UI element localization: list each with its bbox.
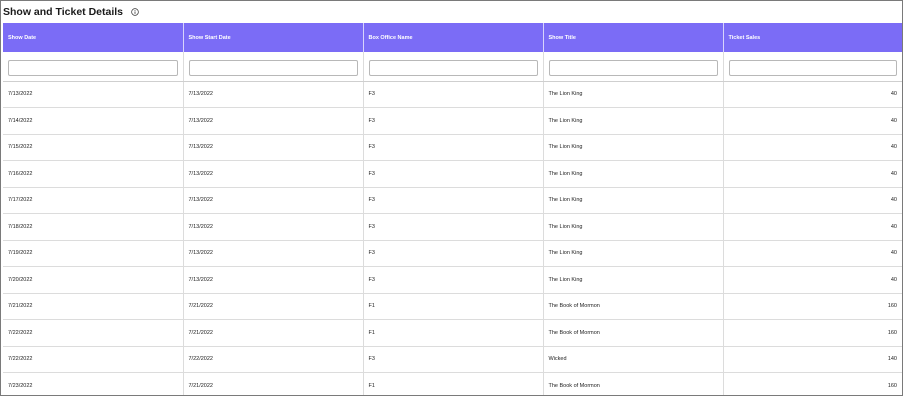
cell-show-title: The Lion King — [543, 266, 724, 294]
cell-show-start-date: 7/13/2022 — [183, 81, 364, 108]
cell-show-date: 7/14/2022 — [3, 107, 184, 135]
cell-show-start-date: 7/21/2022 — [183, 293, 364, 320]
cell-show-date: 7/15/2022 — [3, 134, 184, 161]
cell-box-office-name: F3 — [363, 107, 544, 135]
info-circle-icon[interactable] — [129, 7, 140, 18]
cell-box-office-name: F3 — [363, 160, 544, 188]
cell-show-start-date: 7/13/2022 — [183, 187, 364, 214]
table-row[interactable]: 7/19/2022 7/13/2022 F3 The Lion King 40 — [3, 240, 902, 267]
cell-show-date: 7/21/2022 — [3, 293, 184, 320]
cell-show-title: The Lion King — [543, 160, 724, 188]
filter-row — [3, 52, 902, 82]
cell-show-start-date: 7/13/2022 — [183, 160, 364, 188]
column-header-ticket-sales[interactable]: Ticket Sales — [723, 23, 902, 52]
cell-ticket-sales: 40 — [723, 213, 902, 241]
cell-box-office-name: F3 — [363, 240, 544, 267]
cell-box-office-name: F3 — [363, 187, 544, 214]
cell-show-title: The Lion King — [543, 213, 724, 241]
cell-ticket-sales: 40 — [723, 187, 902, 214]
cell-ticket-sales: 40 — [723, 160, 902, 188]
table-body: 7/13/2022 7/13/2022 F3 The Lion King 40 … — [3, 81, 902, 395]
cell-show-start-date: 7/13/2022 — [183, 134, 364, 161]
cell-show-date: 7/13/2022 — [3, 81, 184, 108]
cell-ticket-sales: 40 — [723, 266, 902, 294]
cell-show-date: 7/23/2022 — [3, 372, 184, 395]
table-row[interactable]: 7/16/2022 7/13/2022 F3 The Lion King 40 — [3, 160, 902, 188]
cell-box-office-name: F1 — [363, 372, 544, 395]
cell-ticket-sales: 140 — [723, 346, 902, 373]
filter-input-box-office-name[interactable] — [368, 60, 538, 77]
cell-show-title: Wicked — [543, 346, 724, 373]
filter-cell — [363, 52, 544, 82]
cell-ticket-sales: 160 — [723, 372, 902, 395]
table-row[interactable]: 7/14/2022 7/13/2022 F3 The Lion King 40 — [3, 107, 902, 135]
cell-box-office-name: F1 — [363, 293, 544, 320]
filter-input-show-start-date[interactable] — [188, 60, 358, 77]
filter-cell — [723, 52, 902, 82]
table-row[interactable]: 7/17/2022 7/13/2022 F3 The Lion King 40 — [3, 187, 902, 214]
cell-show-date: 7/22/2022 — [3, 319, 184, 347]
column-header-box-office-name[interactable]: Box Office Name — [363, 23, 544, 52]
cell-show-title: The Lion King — [543, 240, 724, 267]
filter-cell — [543, 52, 724, 82]
cell-ticket-sales: 160 — [723, 293, 902, 320]
table-row[interactable]: 7/13/2022 7/13/2022 F3 The Lion King 40 — [3, 81, 902, 108]
cell-show-start-date: 7/13/2022 — [183, 107, 364, 135]
cell-show-title: The Lion King — [543, 187, 724, 214]
cell-show-title: The Lion King — [543, 81, 724, 108]
cell-show-date: 7/19/2022 — [3, 240, 184, 267]
table-row[interactable]: 7/23/2022 7/21/2022 F1 The Book of Mormo… — [3, 372, 902, 395]
cell-box-office-name: F3 — [363, 346, 544, 373]
filter-cell — [3, 52, 184, 82]
cell-ticket-sales: 40 — [723, 134, 902, 161]
table-row[interactable]: 7/21/2022 7/21/2022 F1 The Book of Mormo… — [3, 293, 902, 320]
cell-show-start-date: 7/13/2022 — [183, 240, 364, 267]
table-row[interactable]: 7/22/2022 7/22/2022 F3 Wicked 140 — [3, 346, 902, 373]
show-ticket-table: Show Date Show Start Date Box Office Nam… — [3, 23, 902, 395]
cell-ticket-sales: 160 — [723, 319, 902, 347]
cell-show-start-date: 7/22/2022 — [183, 346, 364, 373]
filter-input-ticket-sales[interactable] — [728, 60, 897, 77]
info-circle-icon-svg — [130, 8, 139, 16]
table-row[interactable]: 7/22/2022 7/21/2022 F1 The Book of Mormo… — [3, 319, 902, 347]
cell-show-start-date: 7/13/2022 — [183, 213, 364, 241]
column-header-row: Show Date Show Start Date Box Office Nam… — [3, 23, 902, 52]
table-row[interactable]: 7/18/2022 7/13/2022 F3 The Lion King 40 — [3, 213, 902, 241]
cell-box-office-name: F3 — [363, 266, 544, 294]
column-header-show-start-date[interactable]: Show Start Date — [183, 23, 364, 52]
cell-show-start-date: 7/13/2022 — [183, 266, 364, 294]
cell-ticket-sales: 40 — [723, 107, 902, 135]
cell-show-start-date: 7/21/2022 — [183, 372, 364, 395]
cell-show-date: 7/16/2022 — [3, 160, 184, 188]
cell-show-date: 7/22/2022 — [3, 346, 184, 373]
cell-show-title: The Book of Mormon — [543, 319, 724, 347]
column-header-show-date[interactable]: Show Date — [3, 23, 184, 52]
cell-show-title: The Book of Mormon — [543, 372, 724, 395]
cell-box-office-name: F3 — [363, 134, 544, 161]
cell-box-office-name: F3 — [363, 213, 544, 241]
cell-show-title: The Lion King — [543, 134, 724, 161]
cell-ticket-sales: 40 — [723, 81, 902, 108]
cell-show-start-date: 7/21/2022 — [183, 319, 364, 347]
cell-ticket-sales: 40 — [723, 240, 902, 267]
table-row[interactable]: 7/20/2022 7/13/2022 F3 The Lion King 40 — [3, 266, 902, 294]
page-title: Show and Ticket Details — [3, 6, 124, 18]
filter-input-show-date[interactable] — [8, 60, 178, 77]
cell-show-date: 7/18/2022 — [3, 213, 184, 241]
cell-box-office-name: F3 — [363, 81, 544, 108]
report-frame: Show and Ticket Details Show Date Show S… — [0, 0, 903, 396]
cell-show-date: 7/17/2022 — [3, 187, 184, 214]
column-header-show-title[interactable]: Show Title — [543, 23, 724, 52]
cell-show-title: The Book of Mormon — [543, 293, 724, 320]
cell-box-office-name: F1 — [363, 319, 544, 347]
filter-input-show-title[interactable] — [548, 60, 718, 77]
table-row[interactable]: 7/15/2022 7/13/2022 F3 The Lion King 40 — [3, 134, 902, 161]
section-header: Show and Ticket Details — [3, 4, 140, 20]
filter-cell — [183, 52, 364, 82]
cell-show-date: 7/20/2022 — [3, 266, 184, 294]
cell-show-title: The Lion King — [543, 107, 724, 135]
